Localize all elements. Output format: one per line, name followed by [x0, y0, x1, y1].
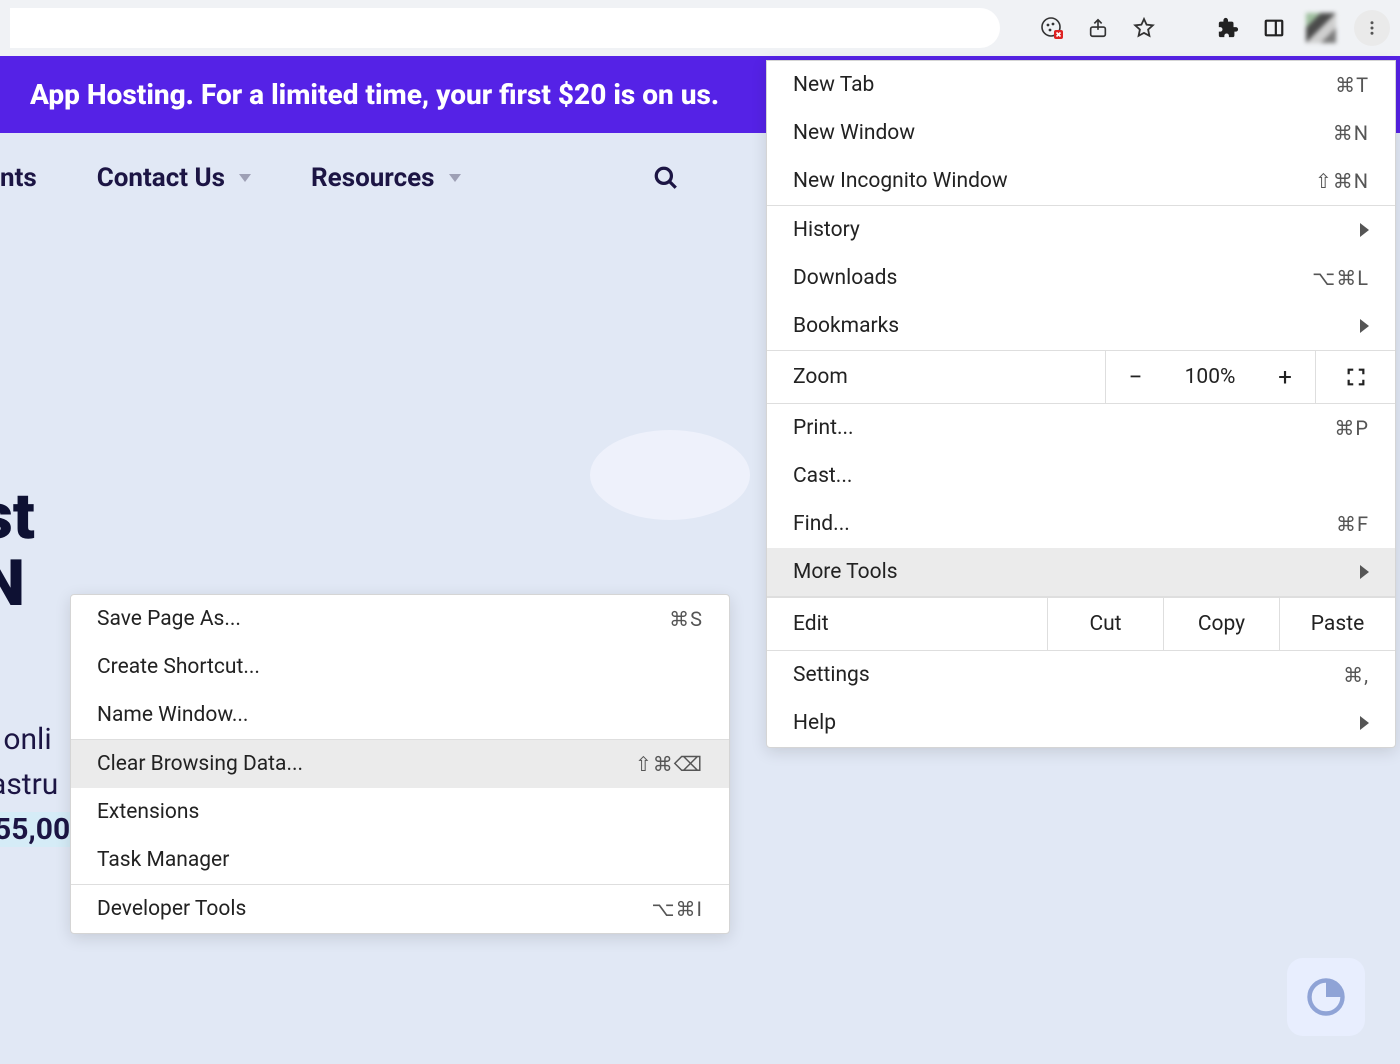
menu-label: Downloads: [793, 266, 897, 290]
menu-label: Settings: [793, 663, 870, 687]
shortcut: ⌘,: [1343, 663, 1369, 687]
zoom-out-button[interactable]: −: [1105, 351, 1165, 403]
address-bar-end[interactable]: [10, 8, 1000, 48]
analytics-widget-icon[interactable]: [1287, 958, 1365, 1036]
cloud-decoration: [590, 430, 750, 520]
menu-label: Create Shortcut...: [97, 655, 260, 679]
menu-zoom-row: Zoom − 100% +: [767, 351, 1395, 404]
profile-avatar[interactable]: [1306, 13, 1336, 43]
menu-label: New Window: [793, 121, 915, 145]
shortcut: ⌥⌘L: [1312, 266, 1369, 290]
edit-paste-button[interactable]: Paste: [1279, 598, 1395, 650]
menu-label: Extensions: [97, 800, 199, 824]
shortcut: ⌘T: [1335, 73, 1369, 97]
submenu-name-window[interactable]: Name Window...: [71, 691, 729, 739]
menu-label: Name Window...: [97, 703, 248, 727]
submenu-create-shortcut[interactable]: Create Shortcut...: [71, 643, 729, 691]
edit-cut-button[interactable]: Cut: [1047, 598, 1163, 650]
side-panel-icon[interactable]: [1260, 14, 1288, 42]
menu-label: Cast...: [793, 464, 852, 488]
menu-settings[interactable]: Settings ⌘,: [767, 651, 1395, 699]
submenu-arrow-icon: [1360, 223, 1369, 237]
menu-label: Clear Browsing Data...: [97, 752, 303, 776]
menu-label: New Tab: [793, 73, 874, 97]
extensions-icon[interactable]: [1214, 14, 1242, 42]
submenu-extensions[interactable]: Extensions: [71, 788, 729, 836]
nav-item-partial[interactable]: nts: [0, 163, 37, 193]
submenu-arrow-icon: [1360, 716, 1369, 730]
zoom-in-button[interactable]: +: [1255, 351, 1315, 403]
edit-copy-button[interactable]: Copy: [1163, 598, 1279, 650]
submenu-save-page[interactable]: Save Page As... ⌘S: [71, 595, 729, 643]
edit-label: Edit: [767, 598, 1047, 650]
submenu-arrow-icon: [1360, 319, 1369, 333]
shortcut: ⌥⌘I: [652, 897, 704, 921]
menu-label: Find...: [793, 512, 850, 536]
shortcut: ⌘N: [1333, 121, 1369, 145]
menu-label: History: [793, 218, 860, 242]
zoom-value: 100%: [1165, 351, 1255, 403]
menu-find[interactable]: Find... ⌘F: [767, 500, 1395, 548]
menu-more-tools[interactable]: More Tools: [767, 548, 1395, 596]
more-tools-submenu: Save Page As... ⌘S Create Shortcut... Na…: [70, 594, 730, 934]
submenu-task-manager[interactable]: Task Manager: [71, 836, 729, 884]
chrome-menu-button[interactable]: [1354, 10, 1390, 46]
cookies-blocked-icon[interactable]: [1038, 14, 1066, 42]
search-icon[interactable]: [652, 164, 680, 192]
shortcut: ⇧⌘⌫: [635, 752, 703, 776]
menu-label: Bookmarks: [793, 314, 899, 338]
nav-label: Contact Us: [97, 163, 225, 193]
chevron-down-icon: [239, 174, 251, 182]
browser-toolbar: [0, 0, 1400, 56]
menu-history[interactable]: History: [767, 206, 1395, 254]
menu-label: Print...: [793, 416, 854, 440]
menu-edit-row: Edit Cut Copy Paste: [767, 597, 1395, 651]
star-icon[interactable]: [1130, 14, 1158, 42]
menu-help[interactable]: Help: [767, 699, 1395, 747]
nav-label: Resources: [311, 163, 435, 193]
submenu-clear-browsing-data[interactable]: Clear Browsing Data... ⇧⌘⌫: [71, 740, 729, 788]
menu-label: Developer Tools: [97, 897, 246, 921]
menu-label: Task Manager: [97, 848, 229, 872]
menu-downloads[interactable]: Downloads ⌥⌘L: [767, 254, 1395, 302]
fullscreen-button[interactable]: [1315, 351, 1395, 403]
share-icon[interactable]: [1084, 14, 1112, 42]
chrome-main-menu: New Tab ⌘T New Window ⌘N New Incognito W…: [766, 60, 1396, 748]
submenu-developer-tools[interactable]: Developer Tools ⌥⌘I: [71, 885, 729, 933]
menu-label: Help: [793, 711, 836, 735]
zoom-label: Zoom: [767, 351, 1105, 403]
menu-label: Save Page As...: [97, 607, 241, 631]
menu-label: New Incognito Window: [793, 169, 1008, 193]
menu-cast[interactable]: Cast...: [767, 452, 1395, 500]
menu-new-window[interactable]: New Window ⌘N: [767, 109, 1395, 157]
nav-item-resources[interactable]: Resources: [311, 163, 461, 193]
menu-print[interactable]: Print... ⌘P: [767, 404, 1395, 452]
menu-new-tab[interactable]: New Tab ⌘T: [767, 61, 1395, 109]
menu-bookmarks[interactable]: Bookmarks: [767, 302, 1395, 350]
menu-new-incognito[interactable]: New Incognito Window ⇧⌘N: [767, 157, 1395, 205]
shortcut: ⌘P: [1334, 416, 1369, 440]
menu-label: More Tools: [793, 560, 898, 584]
shortcut: ⇧⌘N: [1315, 169, 1369, 193]
chevron-down-icon: [449, 174, 461, 182]
shortcut: ⌘S: [669, 607, 703, 631]
submenu-arrow-icon: [1360, 565, 1369, 579]
nav-item-contact[interactable]: Contact Us: [97, 163, 251, 193]
shortcut: ⌘F: [1336, 512, 1369, 536]
